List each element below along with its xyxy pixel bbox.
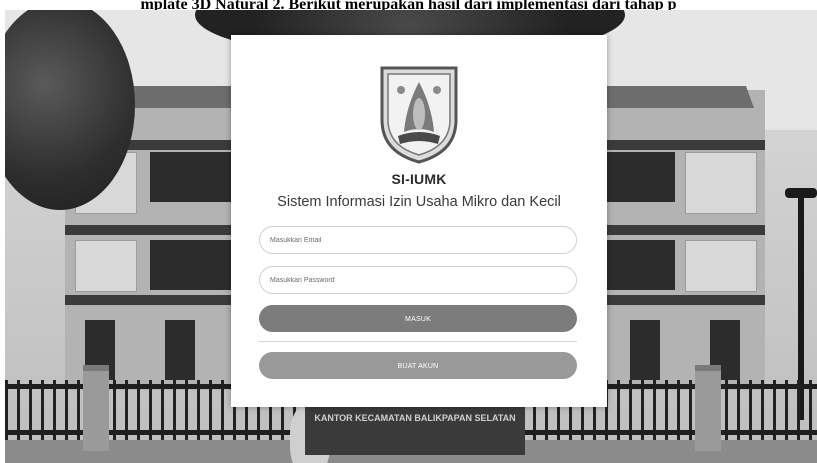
building-window [165,320,195,380]
roof-right [595,86,755,108]
password-input[interactable] [259,266,577,294]
building-window [605,152,675,202]
building-band [600,295,765,305]
app-name: SI-IUMK [391,171,447,187]
email-input[interactable] [259,226,577,254]
login-button[interactable]: MASUK [259,305,577,332]
svg-text:KANTOR KECAMATAN BALIKPAPAN SE: KANTOR KECAMATAN BALIKPAPAN SELATAN [314,413,515,423]
screenshot: mplate 3D Natural 2. Berikut merupakan h… [0,0,817,463]
fence-pillar [695,365,721,451]
building-right [600,90,765,390]
create-account-button[interactable]: BUAT AKUN [259,352,577,379]
balikpapan-emblem-icon [380,66,458,164]
login-card: SI-IUMK Sistem Informasi Izin Usaha Mikr… [231,35,607,407]
building-band [600,140,765,150]
building-panel [75,240,137,292]
building-window [150,240,240,290]
building-panel [685,240,757,292]
app-subtitle: Sistem Informasi Izin Usaha Mikro dan Ke… [277,194,561,210]
building-window [605,240,675,290]
building-panel [685,152,757,214]
building-band [65,225,245,235]
building-window [150,152,240,202]
building-band [600,225,765,235]
fence-pillar [83,365,109,451]
divider [259,341,577,342]
building-window [630,320,660,380]
building-band [65,295,245,305]
